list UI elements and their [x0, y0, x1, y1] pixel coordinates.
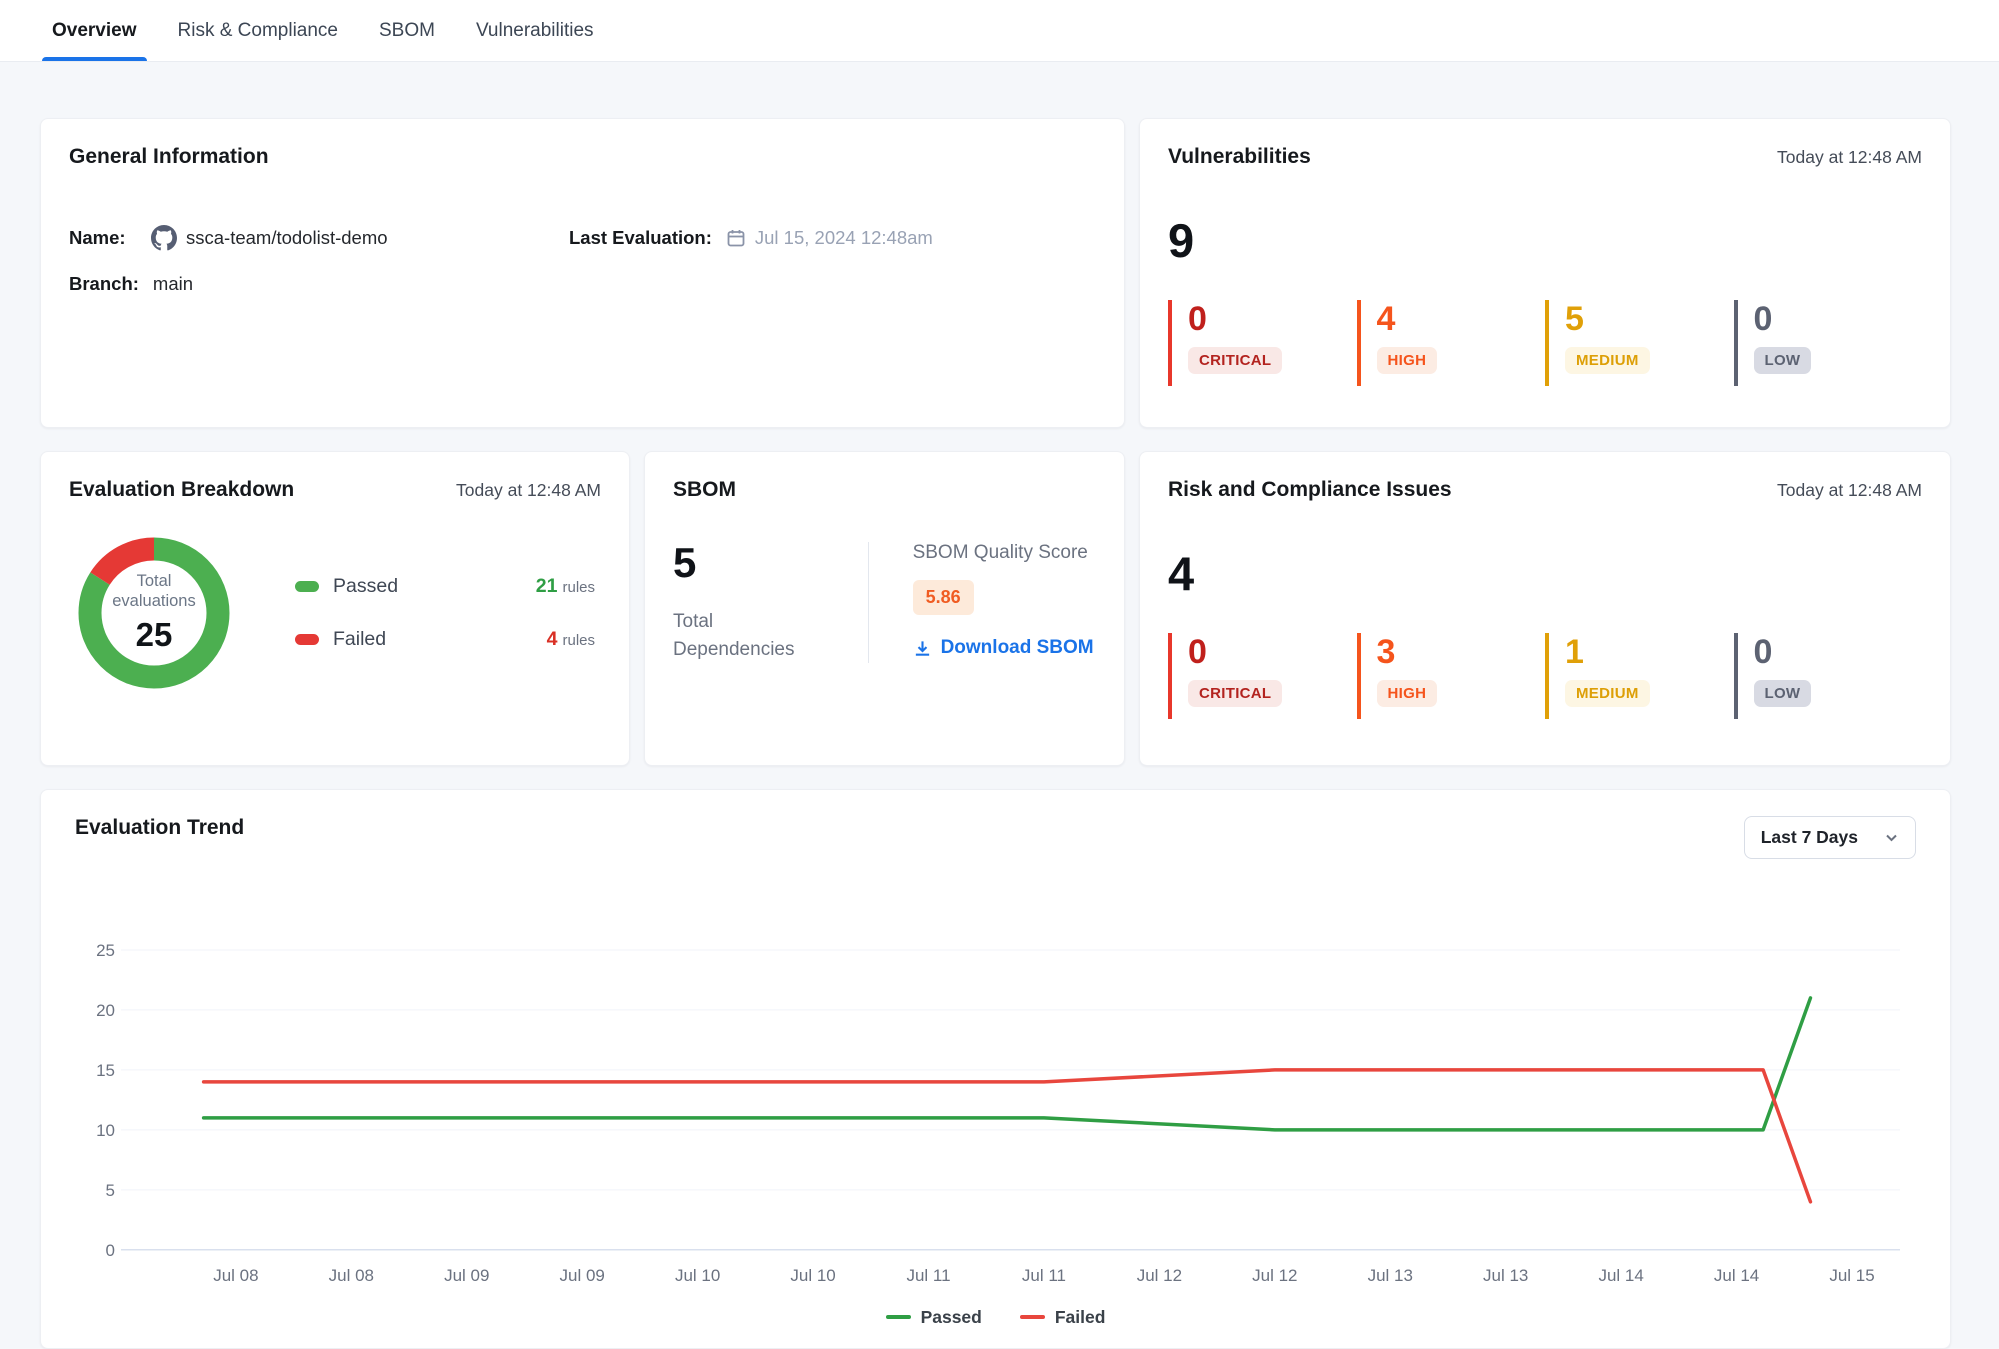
vuln-high-stat: 4 HIGH [1357, 300, 1546, 386]
failed-swatch [295, 634, 319, 645]
last-evaluation-row: Last Evaluation: Jul 15, 2024 12:48am [569, 225, 1096, 251]
svg-text:Jul 10: Jul 10 [675, 1266, 720, 1285]
donut-center-label: Totalevaluations [112, 571, 195, 612]
svg-text:Jul 11: Jul 11 [1022, 1266, 1066, 1285]
sbom-quality-score-label: SBOM Quality Score [913, 542, 1094, 564]
svg-text:Jul 08: Jul 08 [213, 1266, 258, 1285]
svg-text:Jul 15: Jul 15 [1829, 1266, 1874, 1285]
vulnerabilities-total: 9 [1168, 217, 1922, 264]
top-tab-bar: Overview Risk & Compliance SBOM Vulnerab… [0, 0, 1999, 62]
tab-risk-compliance[interactable]: Risk & Compliance [174, 0, 343, 61]
name-label: Name: [69, 227, 137, 249]
github-icon [151, 225, 177, 251]
evaluation-breakdown-timestamp: Today at 12:48 AM [456, 478, 601, 501]
risk-compliance-card: Risk and Compliance Issues Today at 12:4… [1139, 451, 1951, 766]
date-range-value: Last 7 Days [1761, 827, 1858, 848]
svg-text:Jul 10: Jul 10 [790, 1266, 835, 1285]
svg-text:20: 20 [96, 1001, 115, 1020]
sbom-quality-score-value: 5.86 [913, 580, 974, 615]
total-dependencies-value: 5 [673, 542, 868, 584]
download-icon [913, 639, 932, 658]
critical-badge: CRITICAL [1188, 680, 1282, 707]
medium-badge: MEDIUM [1565, 680, 1650, 707]
svg-text:Jul 13: Jul 13 [1368, 1266, 1413, 1285]
trend-chart-legend: Passed Failed [75, 1307, 1916, 1328]
evaluation-trend-chart: 0 5 10 15 20 25 Jul 08 Jul 08 Jul 09 Jul 09 Jul 10… [75, 873, 1916, 1328]
risk-compliance-title: Risk and Compliance Issues [1168, 478, 1452, 502]
svg-text:Jul 09: Jul 09 [560, 1266, 605, 1285]
passed-swatch [295, 581, 319, 592]
last-evaluation-label: Last Evaluation: [569, 227, 712, 249]
risk-high-stat: 3 HIGH [1357, 633, 1546, 719]
svg-text:10: 10 [96, 1121, 115, 1140]
svg-text:Jul 14: Jul 14 [1714, 1266, 1759, 1285]
svg-text:Jul 11: Jul 11 [907, 1266, 951, 1285]
svg-text:15: 15 [96, 1061, 115, 1080]
risk-compliance-total: 4 [1168, 550, 1922, 597]
risk-critical-stat: 0 CRITICAL [1168, 633, 1357, 719]
download-sbom-link[interactable]: Download SBOM [913, 637, 1094, 659]
medium-badge: MEDIUM [1565, 347, 1650, 374]
total-dependencies-label: TotalDependencies [673, 608, 868, 663]
vuln-critical-stat: 0 CRITICAL [1168, 300, 1357, 386]
vuln-low-stat: 0 LOW [1734, 300, 1923, 386]
tab-sbom[interactable]: SBOM [375, 0, 439, 61]
evaluation-trend-card: Evaluation Trend Last 7 Days 0 5 10 15 20 25 J… [40, 789, 1951, 1349]
evaluation-breakdown-title: Evaluation Breakdown [69, 478, 294, 502]
svg-text:Jul 12: Jul 12 [1137, 1266, 1182, 1285]
risk-compliance-timestamp: Today at 12:48 AM [1777, 478, 1922, 501]
vuln-medium-stat: 5 MEDIUM [1545, 300, 1734, 386]
date-range-dropdown[interactable]: Last 7 Days [1744, 816, 1916, 859]
low-badge: LOW [1754, 680, 1812, 707]
high-badge: HIGH [1377, 680, 1438, 707]
failed-line-swatch [1020, 1315, 1045, 1319]
tab-vulnerabilities[interactable]: Vulnerabilities [472, 0, 598, 61]
calendar-icon [726, 228, 746, 248]
svg-text:Jul 08: Jul 08 [329, 1266, 374, 1285]
branch-label: Branch: [69, 273, 139, 295]
general-information-card: General Information Name: ssca-team/todo… [40, 118, 1125, 428]
svg-text:Jul 14: Jul 14 [1598, 1266, 1643, 1285]
passed-line-swatch [886, 1315, 911, 1319]
risk-medium-stat: 1 MEDIUM [1545, 633, 1734, 719]
risk-low-stat: 0 LOW [1734, 633, 1923, 719]
tab-overview[interactable]: Overview [48, 0, 141, 61]
svg-text:5: 5 [106, 1181, 115, 1200]
vulnerabilities-timestamp: Today at 12:48 AM [1777, 145, 1922, 168]
general-information-title: General Information [69, 145, 269, 169]
donut-center-value: 25 [136, 614, 173, 655]
repo-name-value: ssca-team/todolist-demo [186, 227, 388, 249]
trend-legend-failed: Failed [1020, 1307, 1106, 1328]
passed-legend-row: Passed 21rules [295, 575, 595, 598]
failed-legend-row: Failed 4rules [295, 628, 595, 651]
repo-name-row: Name: ssca-team/todolist-demo [69, 225, 569, 251]
sbom-title: SBOM [673, 478, 736, 502]
evaluation-trend-title: Evaluation Trend [75, 816, 244, 840]
high-badge: HIGH [1377, 347, 1438, 374]
last-evaluation-value: Jul 15, 2024 12:48am [755, 227, 933, 249]
svg-text:Jul 13: Jul 13 [1483, 1266, 1528, 1285]
low-badge: LOW [1754, 347, 1812, 374]
branch-value: main [153, 273, 193, 295]
svg-text:Jul 09: Jul 09 [444, 1266, 489, 1285]
sbom-card: SBOM 5 TotalDependencies SBOM Quality Sc… [644, 451, 1125, 766]
vulnerabilities-title: Vulnerabilities [1168, 145, 1311, 169]
svg-text:Jul 12: Jul 12 [1252, 1266, 1297, 1285]
chevron-down-icon [1884, 830, 1899, 845]
evaluation-breakdown-card: Evaluation Breakdown Today at 12:48 AM T… [40, 451, 630, 766]
svg-text:0: 0 [106, 1241, 115, 1260]
critical-badge: CRITICAL [1188, 347, 1282, 374]
svg-text:25: 25 [96, 941, 115, 960]
trend-legend-passed: Passed [886, 1307, 982, 1328]
vulnerabilities-card: Vulnerabilities Today at 12:48 AM 9 0 CR… [1139, 118, 1951, 428]
evaluations-donut-chart: Totalevaluations 25 [69, 528, 239, 698]
branch-row: Branch: main [69, 273, 569, 295]
dashboard-content: General Information Name: ssca-team/todo… [0, 62, 1999, 1349]
